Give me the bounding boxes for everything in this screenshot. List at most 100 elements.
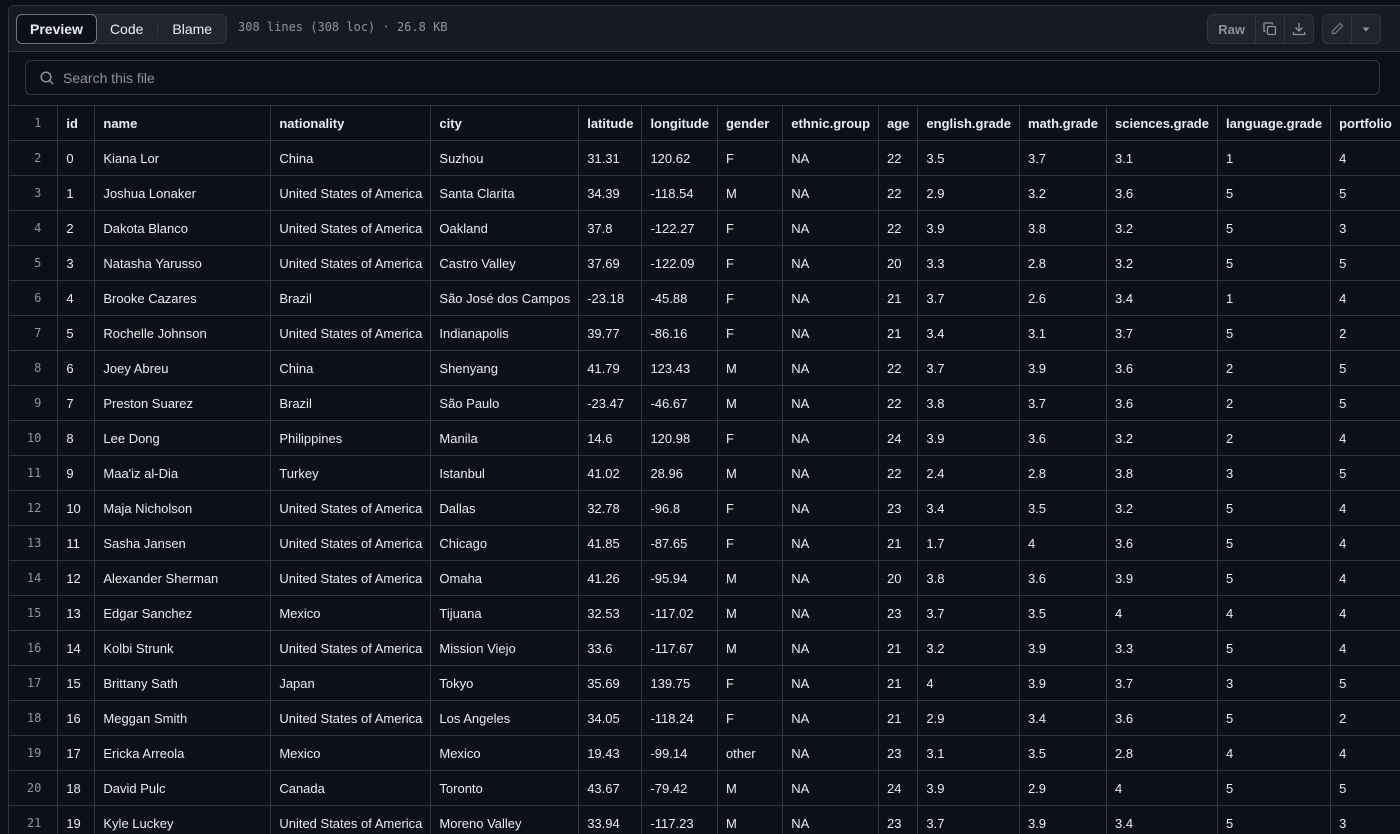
table-cell: 2 [1217,386,1330,421]
table-cell: Oakland [431,211,579,246]
table-header-row: 1 id name nationality city latitude long… [9,106,1400,141]
table-cell: -46.67 [642,386,718,421]
search-icon [39,70,55,86]
table-cell: 21 [879,666,918,701]
table-cell: 19 [58,806,95,834]
search-box[interactable] [25,60,1380,95]
table-cell: 4 [58,281,95,316]
table-cell: 41.79 [579,351,642,386]
table-cell: Los Angeles [431,701,579,736]
table-cell: Edgar Sanchez [95,596,271,631]
more-edit-options-button[interactable] [1351,15,1380,43]
table-cell: 3.9 [1019,351,1106,386]
table-cell: São José dos Campos [431,281,579,316]
table-cell: 6 [58,351,95,386]
table-cell: M [717,561,782,596]
line-number[interactable]: 14 [9,561,58,596]
line-number[interactable]: 12 [9,491,58,526]
line-number[interactable]: 1 [9,106,58,141]
table-cell: 3.7 [918,281,1020,316]
search-input[interactable] [55,69,1379,87]
table-cell: 2 [1217,351,1330,386]
table-cell: United States of America [271,316,431,351]
line-number[interactable]: 16 [9,631,58,666]
table-cell: 11 [58,526,95,561]
tab-preview[interactable]: Preview [16,14,97,44]
table-cell: 4 [1331,421,1400,456]
line-number[interactable]: 9 [9,386,58,421]
table-cell: 4 [1217,596,1330,631]
edit-button[interactable] [1323,15,1351,43]
line-number[interactable]: 3 [9,176,58,211]
line-number[interactable]: 7 [9,316,58,351]
file-meta: 308 lines (308 loc) · 26.8 KB [238,20,448,34]
table-cell: 22 [879,351,918,386]
file-toolbar: Preview Code Blame 308 lines (308 loc) ·… [9,6,1400,52]
table-cell: 4 [1331,141,1400,176]
download-button[interactable] [1284,15,1313,43]
table-cell: 3.1 [918,736,1020,771]
line-number[interactable]: 5 [9,246,58,281]
table-cell: Chicago [431,526,579,561]
table-cell: NA [783,666,879,701]
table-cell: 3 [1217,666,1330,701]
table-row: 1513Edgar SanchezMexicoTijuana32.53-117.… [9,596,1400,631]
table-row: 119Maa'iz al-DiaTurkeyIstanbul41.0228.96… [9,456,1400,491]
table-cell: Meggan Smith [95,701,271,736]
table-cell: 32.78 [579,491,642,526]
table-cell: Manila [431,421,579,456]
table-cell: 5 [1331,386,1400,421]
column-header: sciences.grade [1107,106,1218,141]
tab-blame[interactable]: Blame [158,15,226,43]
table-cell: -86.16 [642,316,718,351]
table-cell: M [717,351,782,386]
table-cell: -95.94 [642,561,718,596]
table-cell: 3.4 [1107,281,1218,316]
table-row: 108Lee DongPhilippinesManila14.6120.98FN… [9,421,1400,456]
table-cell: 4 [1217,736,1330,771]
table-row: 1311Sasha JansenUnited States of America… [9,526,1400,561]
line-number[interactable]: 19 [9,736,58,771]
column-header: id [58,106,95,141]
table-cell: -122.27 [642,211,718,246]
table-cell: 3.2 [918,631,1020,666]
table-cell: Shenyang [431,351,579,386]
line-number[interactable]: 20 [9,771,58,806]
copy-raw-button[interactable] [1255,15,1284,43]
line-number[interactable]: 21 [9,806,58,834]
column-header: nationality [271,106,431,141]
table-cell: 3.6 [1107,351,1218,386]
table-cell: 14.6 [579,421,642,456]
table-cell: F [717,246,782,281]
table-cell: NA [783,141,879,176]
line-number[interactable]: 4 [9,211,58,246]
table-cell: F [717,141,782,176]
raw-button[interactable]: Raw [1208,15,1255,43]
line-number[interactable]: 2 [9,141,58,176]
line-number[interactable]: 8 [9,351,58,386]
table-cell: F [717,526,782,561]
line-number[interactable]: 13 [9,526,58,561]
table-cell: Joey Abreu [95,351,271,386]
file-actions: Raw [1207,14,1381,44]
line-number[interactable]: 10 [9,421,58,456]
line-number[interactable]: 17 [9,666,58,701]
table-cell: -96.8 [642,491,718,526]
table-cell: 4 [918,666,1020,701]
line-number[interactable]: 11 [9,456,58,491]
table-cell: 3.1 [1107,141,1218,176]
table-cell: 123.43 [642,351,718,386]
table-cell: 21 [879,281,918,316]
table-cell: 13 [58,596,95,631]
table-cell: China [271,351,431,386]
table-cell: -117.02 [642,596,718,631]
table-cell: 33.6 [579,631,642,666]
table-row: 97Preston SuarezBrazilSão Paulo-23.47-46… [9,386,1400,421]
line-number[interactable]: 6 [9,281,58,316]
line-number[interactable]: 15 [9,596,58,631]
table-cell: China [271,141,431,176]
tab-code[interactable]: Code [96,15,157,43]
table-cell: 4 [1019,526,1106,561]
table-cell: Omaha [431,561,579,596]
line-number[interactable]: 18 [9,701,58,736]
